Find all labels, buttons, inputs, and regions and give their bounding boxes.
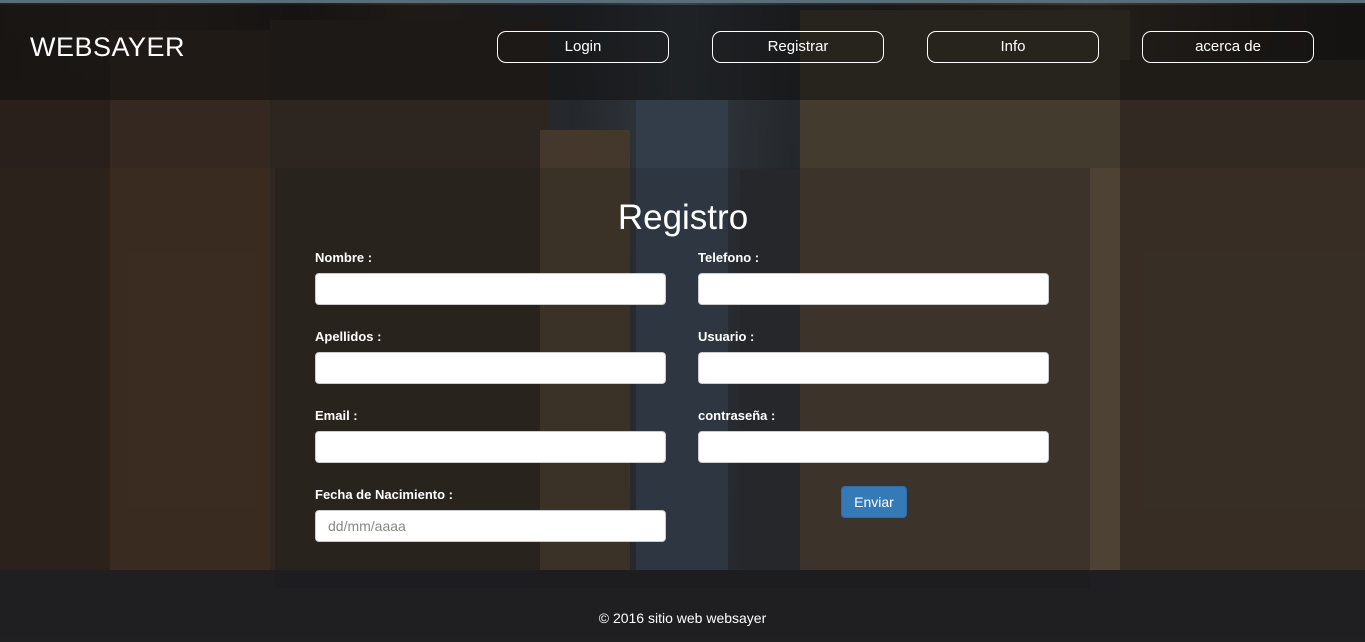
page-title: Registro [617,198,749,237]
usuario-field[interactable] [698,352,1049,384]
telefono-label: Telefono : [698,250,760,265]
fecha-nacimiento-field[interactable] [315,510,666,542]
footer-copyright: © 2016 sitio web websayer [598,610,767,626]
email-label: Email : [315,408,358,423]
contrasena-field[interactable] [698,431,1049,463]
brand-logo[interactable]: WEBSAYER [30,32,185,63]
fecha-nacimiento-label: Fecha de Nacimiento : [315,487,453,502]
navbar: WEBSAYER Login Registrar Info acerca de [0,5,1365,100]
apellidos-field[interactable] [315,352,666,384]
contrasena-label: contraseña : [698,408,776,423]
nav-login-button[interactable]: Login [497,31,669,63]
nav-info-button[interactable]: Info [927,31,1099,63]
nav-registrar-button[interactable]: Registrar [712,31,884,63]
usuario-label: Usuario : [698,329,755,344]
enviar-button[interactable]: Enviar [841,486,907,518]
header-band [0,100,1365,168]
nombre-field[interactable] [315,273,666,305]
nombre-label: Nombre : [315,250,373,265]
telefono-field[interactable] [698,273,1049,305]
nav-acerca-button[interactable]: acerca de [1142,31,1314,63]
apellidos-label: Apellidos : [315,329,382,344]
email-field[interactable] [315,431,666,463]
